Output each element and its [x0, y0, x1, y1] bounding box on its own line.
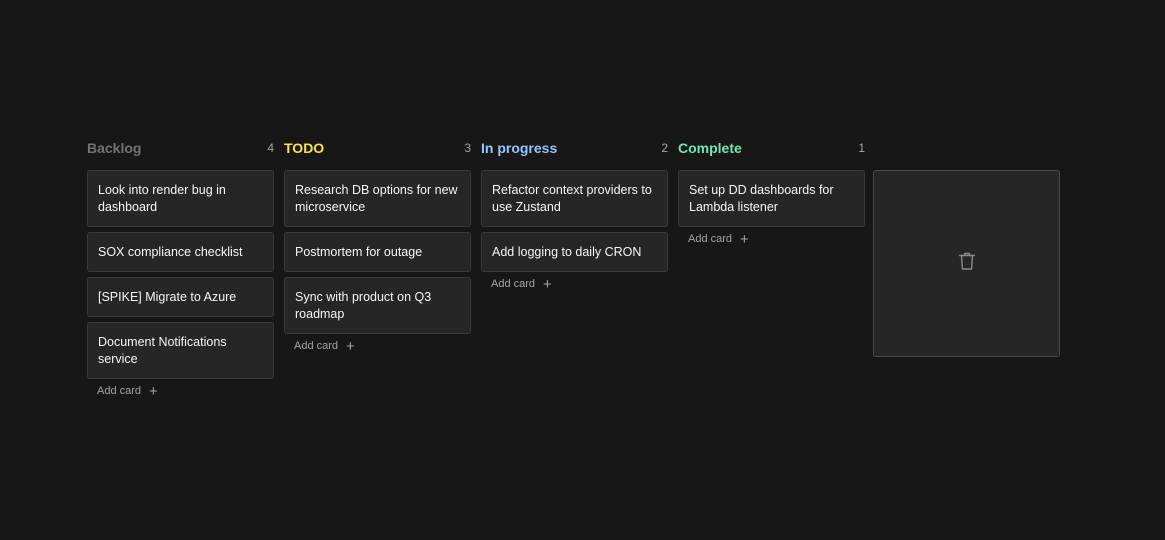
- card[interactable]: Look into render bug in dashboard: [87, 170, 274, 227]
- card[interactable]: Document Notifications service: [87, 322, 274, 379]
- add-card-label: Add card: [97, 385, 142, 397]
- column-title: In progress: [481, 140, 558, 156]
- add-card-button[interactable]: Add card +: [678, 227, 759, 251]
- plus-icon: +: [740, 230, 749, 248]
- card[interactable]: Sync with product on Q3 roadmap: [284, 277, 471, 334]
- column-title: Backlog: [87, 140, 142, 156]
- column-title: Complete: [678, 140, 742, 156]
- column-count: 4: [267, 141, 274, 155]
- trash-drop-zone[interactable]: [873, 170, 1060, 357]
- add-card-button[interactable]: Add card +: [481, 272, 562, 296]
- column-count: 2: [661, 141, 668, 155]
- card[interactable]: SOX compliance checklist: [87, 232, 274, 272]
- card[interactable]: Refactor context providers to use Zustan…: [481, 170, 668, 227]
- add-card-label: Add card: [491, 278, 536, 290]
- card[interactable]: Research DB options for new microservice: [284, 170, 471, 227]
- column-title: TODO: [284, 140, 325, 156]
- card-list: Research DB options for new microservice…: [284, 170, 471, 334]
- column-in-progress: In progress 2 Refactor context providers…: [481, 139, 668, 296]
- column-header: TODO 3: [284, 139, 471, 157]
- column-header: In progress 2: [481, 139, 668, 157]
- add-card-label: Add card: [294, 340, 339, 352]
- column-backlog: Backlog 4 Look into render bug in dashbo…: [87, 139, 274, 403]
- column-header: Backlog 4: [87, 139, 274, 157]
- plus-icon: +: [543, 275, 552, 293]
- card[interactable]: Postmortem for outage: [284, 232, 471, 272]
- add-card-label: Add card: [688, 233, 733, 245]
- column-count: 1: [858, 141, 865, 155]
- card[interactable]: Add logging to daily CRON: [481, 232, 668, 272]
- trash-icon: [958, 251, 976, 276]
- column-complete: Complete 1 Set up DD dashboards for Lamb…: [678, 139, 865, 251]
- add-card-button[interactable]: Add card +: [284, 334, 365, 358]
- card[interactable]: [SPIKE] Migrate to Azure: [87, 277, 274, 317]
- card-list: Set up DD dashboards for Lambda listener: [678, 170, 865, 227]
- card[interactable]: Set up DD dashboards for Lambda listener: [678, 170, 865, 227]
- column-count: 3: [464, 141, 471, 155]
- add-card-button[interactable]: Add card +: [87, 379, 168, 403]
- card-list: Refactor context providers to use Zustan…: [481, 170, 668, 272]
- kanban-board: Backlog 4 Look into render bug in dashbo…: [87, 139, 865, 403]
- column-header: Complete 1: [678, 139, 865, 157]
- plus-icon: +: [149, 382, 158, 400]
- column-todo: TODO 3 Research DB options for new micro…: [284, 139, 471, 358]
- plus-icon: +: [346, 337, 355, 355]
- card-list: Look into render bug in dashboard SOX co…: [87, 170, 274, 379]
